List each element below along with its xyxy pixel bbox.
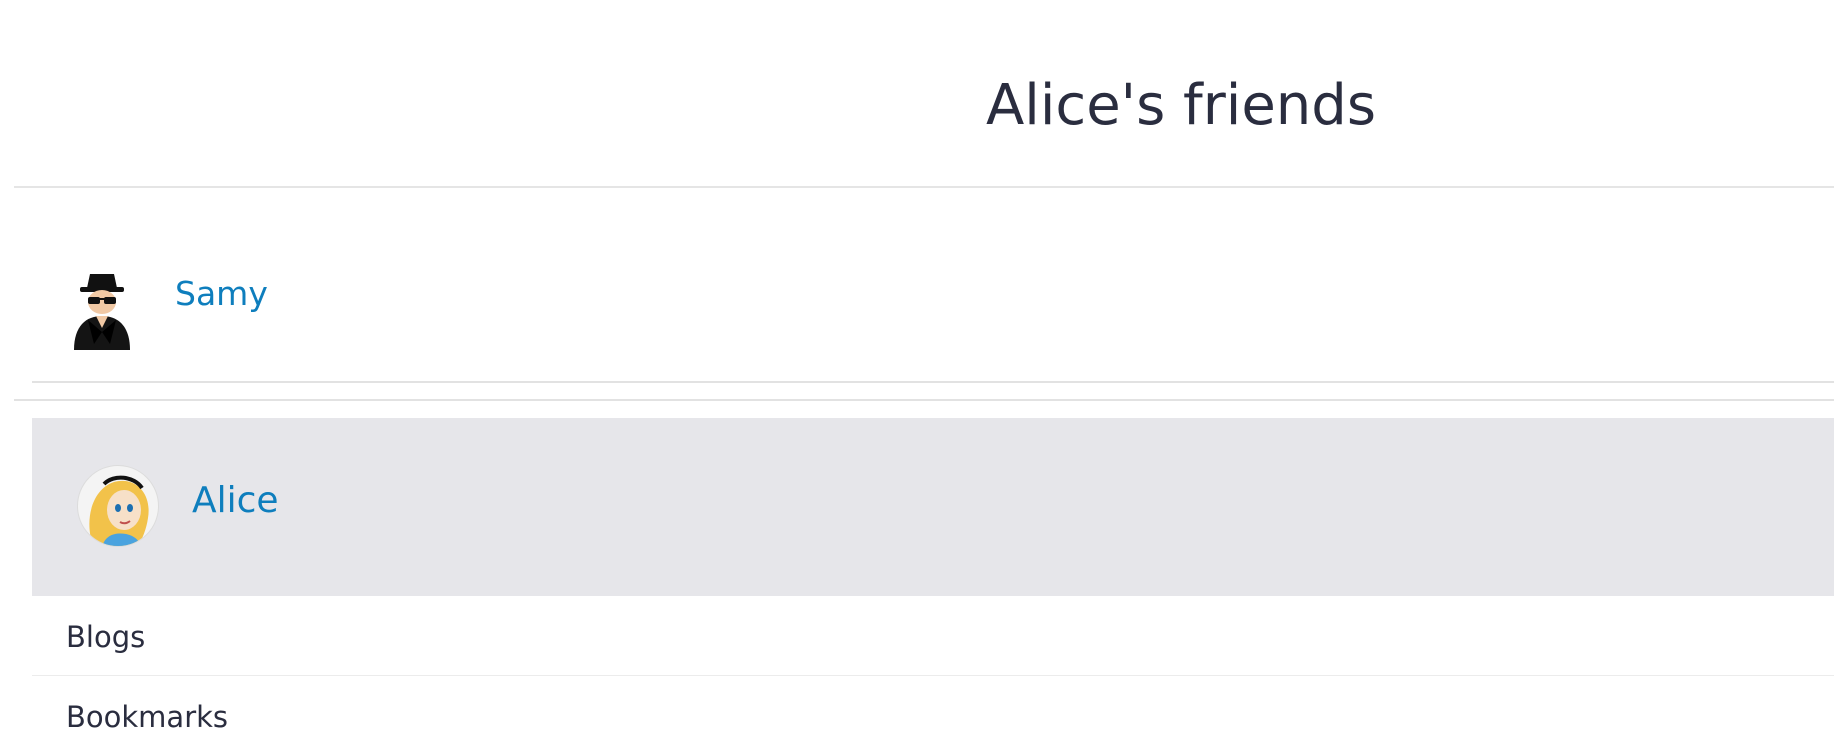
menu-item-label: Blogs xyxy=(66,620,146,654)
owner-block: Alice xyxy=(32,418,1834,596)
menu-item-label: Bookmarks xyxy=(66,700,229,734)
page-title: Alice's friends xyxy=(986,73,1377,138)
alice-avatar-icon[interactable] xyxy=(77,465,159,547)
owner-name-link[interactable]: Alice xyxy=(192,478,279,524)
friend-list-item: Samy xyxy=(32,250,1834,382)
menu-item-blogs[interactable]: Blogs xyxy=(32,596,1834,676)
friend-name-link[interactable]: Samy xyxy=(175,272,268,316)
menu-item-bookmarks[interactable]: Bookmarks xyxy=(32,676,1834,746)
friends-page: Alice's friends Samy Alice Blogs Bookmar… xyxy=(0,0,1834,746)
spy-icon[interactable] xyxy=(66,266,138,350)
friend-divider xyxy=(32,381,1834,383)
section-divider xyxy=(14,399,1834,401)
title-divider xyxy=(14,186,1834,188)
